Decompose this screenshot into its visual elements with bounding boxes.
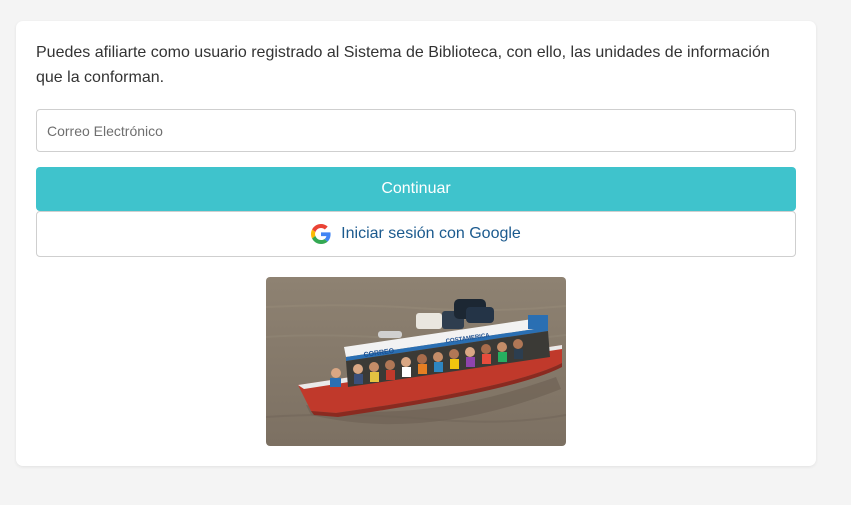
google-signin-button[interactable]: Iniciar sesión con Google [36,211,796,257]
intro-text: Puedes afiliarte como usuario registrado… [36,44,770,86]
google-signin-label: Iniciar sesión con Google [341,225,521,242]
river-boat-photo: CORREO COSTAMERICA [266,277,566,446]
continue-button[interactable]: Continuar [36,167,796,211]
google-g-icon [311,224,331,244]
login-card: Puedes afiliarte como usuario registrado… [16,21,816,466]
email-field[interactable] [36,109,796,152]
